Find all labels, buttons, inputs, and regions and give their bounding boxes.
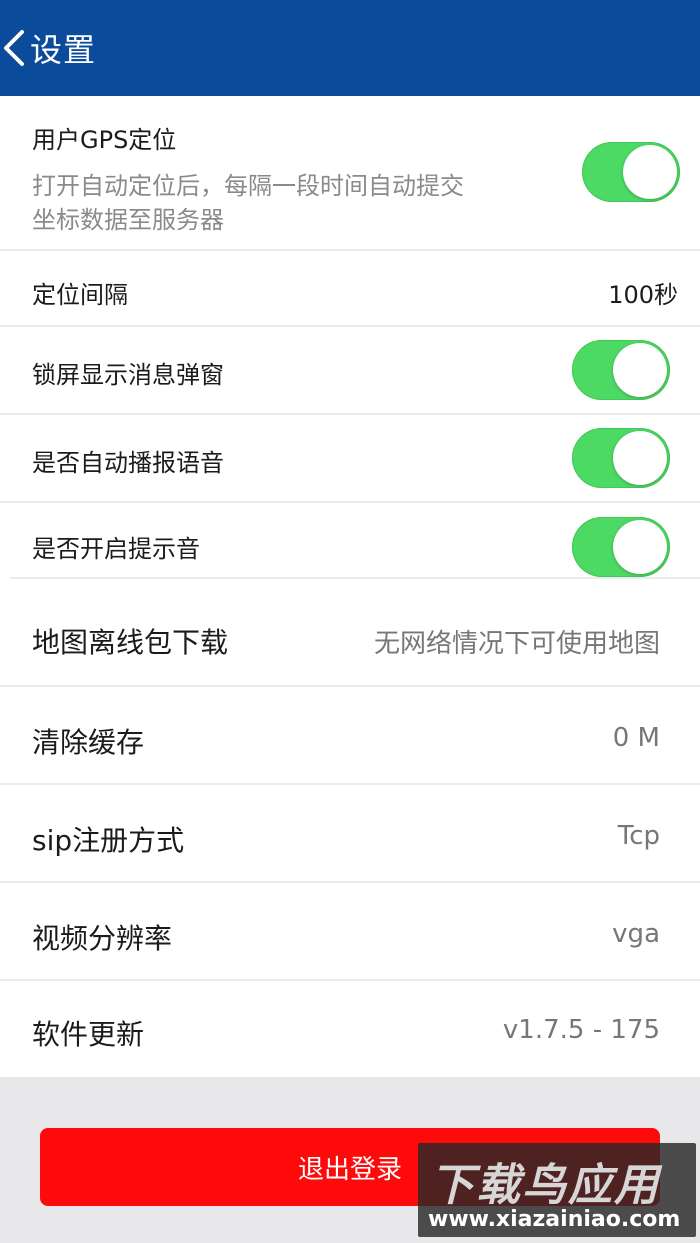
setting-auto-voice-label: 是否自动播报语音 xyxy=(32,449,224,477)
watermark-url: www.xiazainiao.com xyxy=(428,1207,681,1232)
setting-interval-label: 定位间隔 xyxy=(32,281,128,309)
auto-voice-toggle[interactable] xyxy=(572,428,670,488)
setting-clear-cache-value: 0 M xyxy=(612,723,660,753)
toggle-knob xyxy=(613,520,667,574)
setting-gps: 用户GPS定位 打开自动定位后，每隔一段时间自动提交 坐标数据至服务器 xyxy=(0,96,700,249)
setting-auto-voice: 是否自动播报语音 xyxy=(0,415,700,501)
setting-software-update-value: v1.7.5 - 175 xyxy=(502,1015,660,1045)
setting-offline-map-label: 地图离线包下载 xyxy=(32,626,229,659)
setting-sip-mode-value: Tcp xyxy=(617,821,660,851)
setting-clear-cache[interactable]: 清除缓存 0 M xyxy=(0,687,700,783)
setting-gps-desc-line1: 打开自动定位后，每隔一段时间自动提交 xyxy=(32,172,464,200)
setting-offline-map[interactable]: 地图离线包下载 无网络情况下可使用地图 xyxy=(0,579,700,685)
toggle-knob xyxy=(613,431,667,485)
toggle-knob xyxy=(613,343,667,397)
watermark-logo-text: 下载鸟应用 xyxy=(430,1160,660,1211)
setting-sip-mode-label: sip注册方式 xyxy=(32,824,185,857)
page-title: 设置 xyxy=(30,31,97,69)
gps-toggle[interactable] xyxy=(582,142,680,202)
setting-offline-map-value: 无网络情况下可使用地图 xyxy=(373,629,660,659)
chevron-left-icon xyxy=(4,30,24,66)
setting-lockscreen-popup-label: 锁屏显示消息弹窗 xyxy=(32,361,224,389)
setting-video-resolution-label: 视频分辨率 xyxy=(32,922,173,955)
setting-gps-label: 用户GPS定位 xyxy=(32,126,177,154)
setting-prompt-tone-label: 是否开启提示音 xyxy=(32,535,200,563)
setting-software-update[interactable]: 软件更新 v1.7.5 - 175 xyxy=(0,981,700,1077)
settings-list: 用户GPS定位 打开自动定位后，每隔一段时间自动提交 坐标数据至服务器 定位间隔… xyxy=(0,96,700,1077)
back-button[interactable] xyxy=(0,28,28,68)
watermark: 下载鸟应用 www.xiazainiao.com xyxy=(418,1143,696,1237)
setting-video-resolution-value: vga xyxy=(612,919,660,949)
setting-interval[interactable]: 定位间隔 100秒 xyxy=(0,251,700,325)
setting-interval-value: 100秒 xyxy=(608,281,678,309)
app-bar: 设置 xyxy=(0,0,700,96)
toggle-knob xyxy=(623,145,677,199)
setting-sip-mode[interactable]: sip注册方式 Tcp xyxy=(0,785,700,881)
setting-lockscreen-popup: 锁屏显示消息弹窗 xyxy=(0,327,700,413)
logout-button-label: 退出登录 xyxy=(297,1154,402,1185)
setting-video-resolution[interactable]: 视频分辨率 vga xyxy=(0,883,700,979)
setting-prompt-tone: 是否开启提示音 xyxy=(0,503,700,577)
setting-clear-cache-label: 清除缓存 xyxy=(32,726,145,759)
lockscreen-popup-toggle[interactable] xyxy=(572,340,670,400)
setting-gps-desc-line2: 坐标数据至服务器 xyxy=(32,206,224,234)
setting-software-update-label: 软件更新 xyxy=(32,1018,145,1051)
prompt-tone-toggle[interactable] xyxy=(572,517,670,577)
